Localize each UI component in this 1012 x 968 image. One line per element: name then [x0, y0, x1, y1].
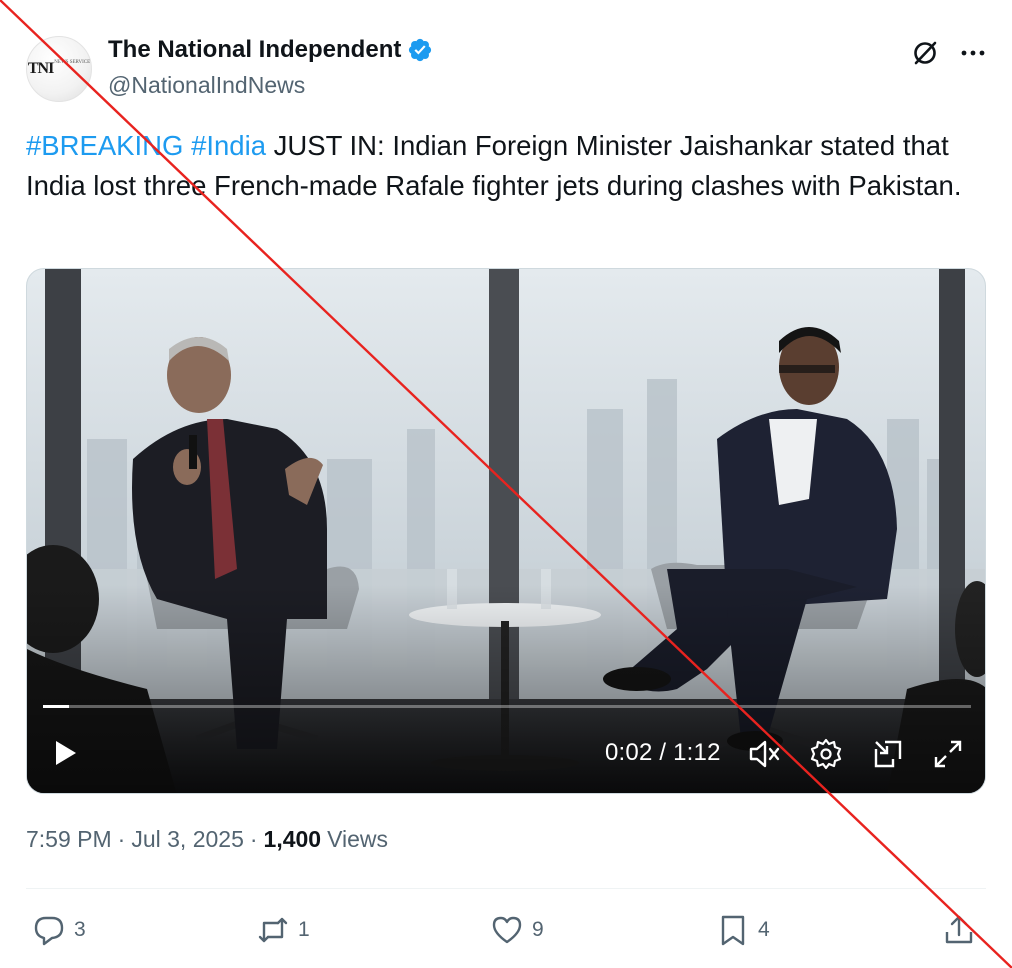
mute-icon[interactable]	[747, 737, 781, 771]
video-time: 0:02 / 1:12	[605, 739, 721, 766]
play-icon[interactable]	[49, 737, 81, 769]
tweet-header: TNINEWS SERVICE The National Independent…	[0, 0, 1012, 110]
meta-separator: ·	[117, 826, 126, 852]
tweet-time[interactable]: 7:59 PM	[26, 826, 112, 853]
hashtag-india[interactable]: #India	[191, 130, 266, 161]
settings-icon[interactable]	[809, 737, 843, 771]
tweet-date[interactable]: Jul 3, 2025	[131, 826, 244, 853]
pip-icon[interactable]	[871, 737, 905, 771]
meta-separator: ·	[249, 826, 258, 852]
like-count: 9	[532, 918, 544, 941]
views-label: Views	[327, 826, 389, 852]
video-player[interactable]: 0:02 / 1:12	[26, 268, 986, 794]
repost-count: 1	[298, 918, 310, 941]
reply-icon	[34, 916, 64, 946]
share-icon	[945, 915, 973, 944]
current-time: 0:02	[605, 739, 653, 766]
like-icon	[492, 916, 522, 944]
display-name[interactable]: The National Independent	[108, 36, 401, 64]
divider	[26, 888, 986, 889]
bookmark-button[interactable]: 4	[716, 906, 770, 954]
duration: 1:12	[673, 739, 721, 766]
tweet-text: #BREAKING #India JUST IN: Indian Foreign…	[26, 126, 986, 206]
tweet-meta: 7:59 PM · Jul 3, 2025 · 1,400 Views	[26, 826, 388, 853]
reply-button[interactable]: 3	[32, 906, 86, 954]
grok-icon[interactable]	[910, 38, 940, 68]
progress-fill	[43, 705, 69, 708]
verified-badge-icon	[409, 38, 432, 62]
share-button[interactable]	[942, 906, 976, 954]
handle[interactable]: @NationalIndNews	[108, 72, 305, 99]
like-button[interactable]: 9	[490, 906, 544, 954]
action-bar: 3 1 9 4	[0, 906, 1012, 954]
fullscreen-icon[interactable]	[931, 737, 965, 771]
bookmark-count: 4	[758, 918, 770, 941]
avatar-logo: TNINEWS SERVICE	[27, 60, 91, 77]
bookmark-icon	[721, 915, 745, 946]
avatar[interactable]: TNINEWS SERVICE	[26, 36, 92, 102]
progress-bar[interactable]	[43, 705, 971, 708]
more-icon[interactable]	[958, 38, 988, 68]
repost-button[interactable]: 1	[256, 906, 310, 954]
views-count: 1,400	[263, 826, 322, 852]
reply-count: 3	[74, 918, 86, 941]
name-row: The National Independent	[108, 36, 433, 64]
video-controls: 0:02 / 1:12	[27, 709, 985, 793]
hashtag-breaking[interactable]: #BREAKING	[26, 130, 183, 161]
repost-icon	[258, 917, 288, 943]
